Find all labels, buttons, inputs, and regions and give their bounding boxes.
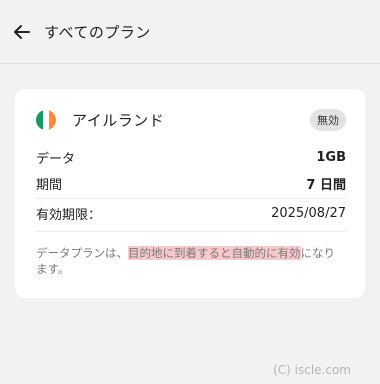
- data-row: データ 1GB: [36, 147, 346, 167]
- period-row: 期間 7 日間: [36, 173, 346, 193]
- copyright-text: (C) iscle.com: [273, 363, 351, 377]
- back-button[interactable]: [10, 20, 34, 44]
- ireland-flag-icon: [36, 110, 56, 130]
- status-badge: 無効: [310, 109, 346, 131]
- app-header: すべてのプラン: [0, 0, 380, 64]
- period-value: 7 日間: [306, 177, 346, 193]
- divider: [36, 231, 346, 232]
- page-title: すべてのプラン: [44, 23, 151, 42]
- expiry-label: 有効期限：: [36, 207, 102, 223]
- plan-card[interactable]: アイルランド 無効 データ 1GB 期間 7 日間 有効期限： 2025/08/…: [15, 89, 365, 298]
- period-label: 期間: [36, 177, 63, 193]
- data-value: 1GB: [316, 149, 346, 165]
- arrow-left-icon: [14, 25, 30, 39]
- expiry-row: 有効期限： 2025/08/27: [36, 203, 346, 223]
- note-highlight: 目的地に到着すると自動的に有効: [128, 246, 301, 260]
- data-label: データ: [36, 151, 76, 167]
- country-name: アイルランド: [72, 111, 165, 130]
- note-text-start: データプランは、: [36, 246, 128, 260]
- plan-note: データプランは、目的地に到着すると自動的に有効になります。: [36, 245, 346, 277]
- expiry-value: 2025/08/27: [271, 205, 346, 221]
- divider: [36, 198, 346, 199]
